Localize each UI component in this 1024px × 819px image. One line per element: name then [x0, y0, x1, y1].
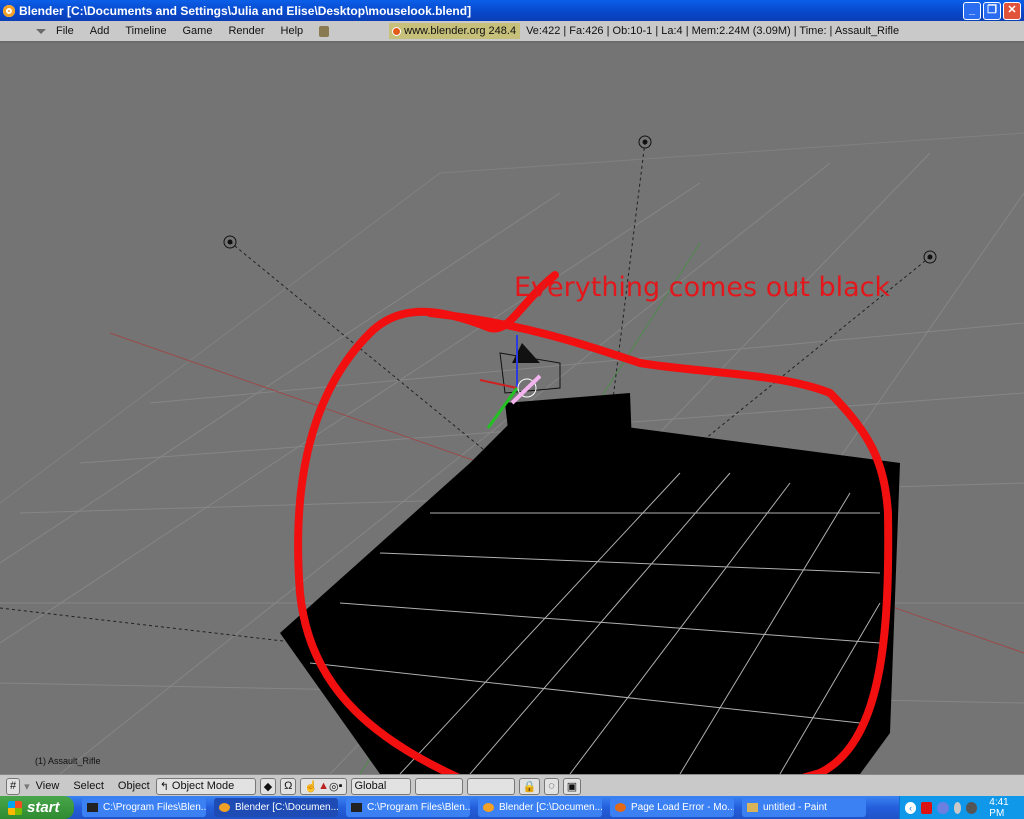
ati-icon[interactable]	[921, 801, 933, 814]
manipulator-toggle[interactable]: ☝ ▲ ◎ ▪	[300, 777, 347, 795]
paint-icon	[747, 803, 758, 812]
start-button[interactable]: start	[0, 796, 74, 819]
lamp-icons	[223, 135, 937, 264]
circle-icon: ◌	[548, 780, 555, 792]
task-label: Blender [C:\Documen...	[499, 802, 602, 813]
task-console-2[interactable]: C:\Program Files\Blen...	[346, 798, 470, 817]
task-console-1[interactable]: C:\Program Files\Blen...	[82, 798, 206, 817]
pivot-icon: Ω	[284, 780, 293, 792]
mode-select[interactable]: ↰ Object Mode	[155, 777, 256, 795]
task-label: C:\Program Files\Blen...	[103, 802, 206, 813]
close-button[interactable]: ✕	[1003, 2, 1021, 20]
task-firefox[interactable]: Page Load Error - Mo...	[610, 798, 734, 817]
blender-icon	[219, 803, 230, 812]
translate-icon: ▲	[318, 780, 329, 792]
safely-remove-icon[interactable]	[953, 801, 962, 814]
blender-dot-icon	[393, 27, 401, 35]
show-hidden-icons-button[interactable]: ‹	[905, 801, 917, 814]
clock[interactable]: 4:41 PM	[989, 797, 1024, 819]
menu-view[interactable]: View	[36, 780, 60, 792]
tray-app-icon[interactable]	[937, 801, 949, 814]
firefox-icon	[615, 803, 626, 812]
task-label: C:\Program Files\Blen...	[367, 802, 470, 813]
restore-button[interactable]: ❐	[983, 2, 1001, 20]
render-preview-button[interactable]: ▣	[562, 777, 582, 795]
menu-timeline[interactable]: Timeline	[125, 25, 166, 37]
mode-icon: ↰	[159, 780, 169, 793]
3d-viewport[interactable]: Everything comes out black (1) Assault_R…	[0, 43, 1024, 774]
rotate-icon: ◎	[328, 780, 339, 793]
header-collapse-icon[interactable]: ▾	[24, 780, 30, 793]
minimize-button[interactable]: _	[963, 2, 981, 20]
task-label: Page Load Error - Mo...	[631, 802, 734, 813]
menu-add[interactable]: Add	[90, 25, 110, 37]
task-paint[interactable]: untitled - Paint	[742, 798, 866, 817]
window-titlebar: Blender [C:\Documents and Settings\Julia…	[0, 0, 1024, 21]
editor-type-button[interactable]: #	[6, 777, 21, 795]
menu-file[interactable]: File	[56, 25, 74, 37]
menubar: File Add Timeline Game Render Help www.b…	[0, 21, 1024, 43]
windows-logo-icon	[8, 800, 22, 815]
menu-select[interactable]: Select	[73, 780, 104, 792]
hand-icon: ☝	[304, 780, 319, 793]
console-icon	[87, 803, 98, 812]
task-label: Blender [C:\Documen...	[235, 802, 338, 813]
blender-site-link[interactable]: www.blender.org 248.4	[389, 23, 521, 39]
scale-icon: ▪	[338, 780, 343, 792]
system-tray: ‹ 4:41 PM	[899, 796, 1024, 819]
viewport-scene	[0, 132, 1024, 774]
draw-type-select[interactable]: ◆	[259, 777, 277, 795]
window-title: Blender [C:\Documents and Settings\Julia…	[19, 3, 472, 18]
scene-icon[interactable]	[319, 25, 330, 37]
task-label: untitled - Paint	[763, 802, 827, 813]
windows-taskbar: start C:\Program Files\Blen... Blender […	[0, 796, 1024, 819]
layer-buttons-2[interactable]	[466, 777, 515, 795]
active-object-label: (1) Assault_Rifle	[35, 756, 101, 766]
menu-game[interactable]: Game	[182, 25, 212, 37]
blender-logo-icon	[3, 4, 15, 17]
lock-icon: 🔒	[522, 780, 537, 793]
menu-object[interactable]: Object	[118, 780, 150, 792]
render-icon: ▣	[566, 780, 578, 793]
orientation-select[interactable]: Global	[350, 777, 411, 795]
pivot-select[interactable]: Ω	[280, 777, 297, 795]
menu-render[interactable]: Render	[228, 25, 264, 37]
layer-buttons-1[interactable]	[414, 777, 463, 795]
volume-icon[interactable]	[966, 801, 978, 814]
task-blender-1[interactable]: Blender [C:\Documen...	[214, 798, 338, 817]
header-collapse-icon[interactable]	[36, 28, 46, 34]
shading-icon: ◆	[263, 780, 273, 793]
scene-stats: Ve:422 | Fa:426 | Ob:10-1 | La:4 | Mem:2…	[526, 25, 900, 37]
menu-help[interactable]: Help	[281, 25, 304, 37]
3d-header: # ▾ View Select Object ↰ Object Mode ◆ Ω …	[0, 774, 1024, 797]
orientation-label: Global	[354, 780, 387, 792]
grid-icon: #	[10, 780, 17, 792]
start-label: start	[27, 799, 60, 816]
console-icon	[351, 803, 362, 812]
site-version: www.blender.org 248.4	[404, 25, 517, 37]
task-blender-2[interactable]: Blender [C:\Documen...	[478, 798, 602, 817]
blender-icon	[483, 803, 494, 812]
lock-layers-button[interactable]: 🔒	[518, 777, 541, 795]
mode-label: Object Mode	[171, 780, 235, 792]
black-box-mesh	[505, 393, 635, 533]
annotation-text: Everything comes out black	[514, 272, 891, 303]
occlude-button[interactable]: ◌	[544, 777, 559, 795]
